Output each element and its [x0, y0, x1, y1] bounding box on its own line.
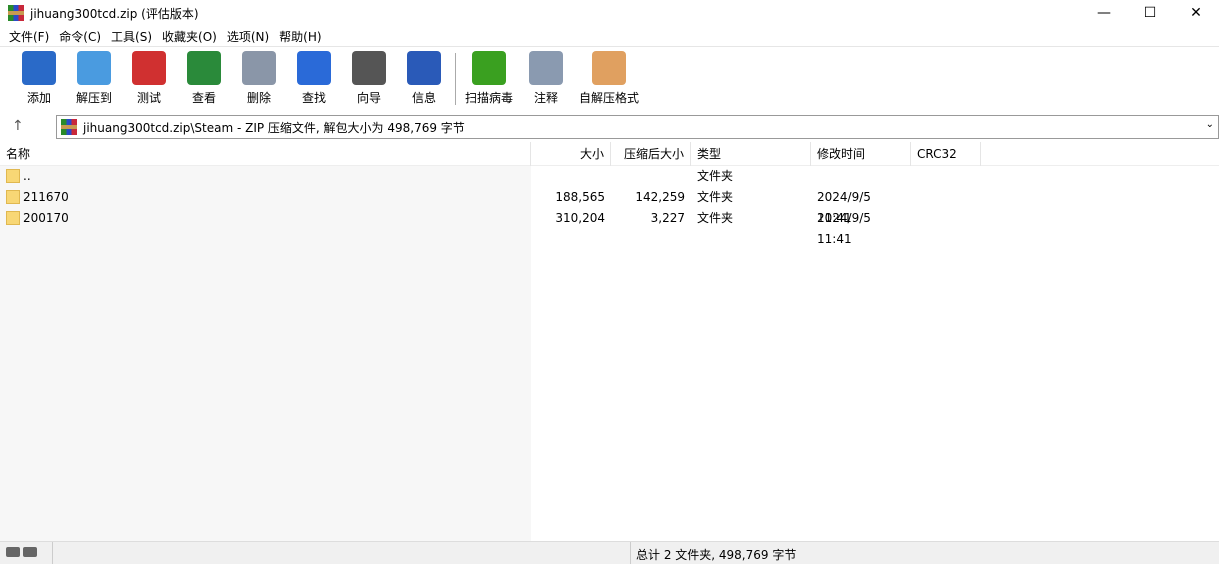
menu-item[interactable]: 工具(S): [106, 28, 157, 45]
title-bar: jihuang300tcd.zip (评估版本) — ☐ ✕: [0, 0, 1219, 26]
toolbar-button-1[interactable]: 解压到: [66, 51, 122, 106]
toolbar: 添加 解压到 测试 查看 删除 查找 向导 信息 扫描病毒 注释 自解压格式: [0, 46, 1219, 112]
address-row: ↑ jihuang300tcd.zip\Steam - ZIP 压缩文件, 解包…: [0, 114, 1219, 140]
toolbar-button-7[interactable]: 信息: [396, 51, 452, 106]
extract-folder-icon: [77, 51, 111, 85]
trash-icon: [242, 51, 276, 85]
test-clipboard-icon: [132, 51, 166, 85]
maximize-button[interactable]: ☐: [1127, 0, 1173, 26]
file-name: 200170: [23, 211, 69, 225]
file-name: ..: [23, 169, 31, 183]
file-name: 211670: [23, 190, 69, 204]
toolbar-button-10[interactable]: 自解压格式: [579, 51, 640, 106]
toolbar-button-5[interactable]: 查找: [286, 51, 342, 106]
toolbar-button-3[interactable]: 查看: [176, 51, 232, 106]
menu-item[interactable]: 帮助(H): [274, 28, 326, 45]
file-packed-size: 142,259: [635, 190, 685, 204]
file-type: 文件夹: [697, 169, 734, 183]
folder-icon: [6, 168, 20, 183]
file-row[interactable]: .. 文件夹: [0, 166, 1219, 187]
file-modified: 2024/9/5 11:41: [817, 211, 871, 246]
toolbar-separator: [455, 53, 456, 105]
close-button[interactable]: ✕: [1173, 0, 1219, 26]
column-size[interactable]: 大小: [531, 142, 611, 166]
column-header: 名称 大小 压缩后大小 类型 修改时间 CRC32: [0, 142, 1219, 166]
window-title: jihuang300tcd.zip (评估版本): [30, 6, 199, 21]
toolbar-button-label: 解压到: [75, 91, 112, 105]
menu-item[interactable]: 命令(C): [54, 28, 106, 45]
toolbar-button-label: 注释: [533, 91, 558, 105]
chevron-down-icon[interactable]: ⌄: [1206, 119, 1214, 130]
column-modified[interactable]: 修改时间: [811, 142, 911, 166]
status-summary: 总计 2 文件夹, 498,769 字节: [636, 548, 797, 562]
menu-bar: 文件(F) 命令(C) 工具(S) 收藏夹(O) 选项(N) 帮助(H): [0, 26, 327, 46]
menu-item[interactable]: 文件(F): [4, 28, 54, 45]
file-packed-size: 3,227: [650, 211, 685, 225]
toolbar-button-label: 查找: [301, 91, 326, 105]
toolbar-button-label: 添加: [26, 91, 51, 105]
virus-scan-icon: [472, 51, 506, 85]
toolbar-button-6[interactable]: 向导: [341, 51, 397, 106]
file-size: 188,565: [555, 190, 605, 204]
magnifier-icon: [297, 51, 331, 85]
toolbar-button-label: 自解压格式: [579, 91, 640, 105]
toolbar-button-label: 向导: [356, 91, 381, 105]
file-row[interactable]: 200170 310,204 3,227 文件夹 2024/9/5 11:41: [0, 208, 1219, 246]
file-type: 文件夹: [697, 211, 734, 225]
drive-icon[interactable]: [6, 547, 20, 557]
comment-icon: [529, 51, 563, 85]
column-name[interactable]: 名称: [0, 142, 531, 166]
file-type: 文件夹: [697, 190, 734, 204]
toolbar-button-label: 查看: [191, 91, 216, 105]
toolbar-button-9[interactable]: 注释: [518, 51, 574, 106]
menu-item[interactable]: 收藏夹(O): [157, 28, 222, 45]
wizard-wand-icon: [352, 51, 386, 85]
menu-item[interactable]: 选项(N): [222, 28, 274, 45]
add-archive-icon: [22, 51, 56, 85]
column-packed[interactable]: 压缩后大小: [611, 142, 691, 166]
folder-icon: [6, 210, 20, 225]
file-row[interactable]: 211670 188,565 142,259 文件夹 2024/9/5 11:4…: [0, 187, 1219, 225]
minimize-button[interactable]: —: [1081, 0, 1127, 26]
toolbar-button-label: 信息: [411, 91, 436, 105]
toolbar-button-label: 测试: [136, 91, 161, 105]
toolbar-button-4[interactable]: 删除: [231, 51, 287, 106]
info-icon: [407, 51, 441, 85]
file-size: 310,204: [555, 211, 605, 225]
view-book-icon: [187, 51, 221, 85]
toolbar-button-0[interactable]: 添加: [11, 51, 67, 106]
winrar-app-icon: [8, 5, 24, 21]
toolbar-button-label: 扫描病毒: [464, 91, 513, 105]
sfx-box-icon: [592, 51, 626, 85]
toolbar-button-label: 删除: [246, 91, 271, 105]
up-arrow-button[interactable]: ↑: [12, 118, 24, 134]
folder-icon: [6, 189, 20, 204]
lock-key-icon[interactable]: [23, 547, 37, 557]
address-path: jihuang300tcd.zip\Steam - ZIP 压缩文件, 解包大小…: [83, 120, 465, 135]
column-crc32[interactable]: CRC32: [911, 142, 981, 166]
toolbar-button-8[interactable]: 扫描病毒: [461, 51, 517, 106]
toolbar-button-2[interactable]: 测试: [121, 51, 177, 106]
column-type[interactable]: 类型: [691, 142, 811, 166]
archive-icon: [61, 119, 77, 135]
address-bar[interactable]: jihuang300tcd.zip\Steam - ZIP 压缩文件, 解包大小…: [56, 115, 1219, 139]
status-bar: 总计 2 文件夹, 498,769 字节: [0, 541, 1219, 564]
